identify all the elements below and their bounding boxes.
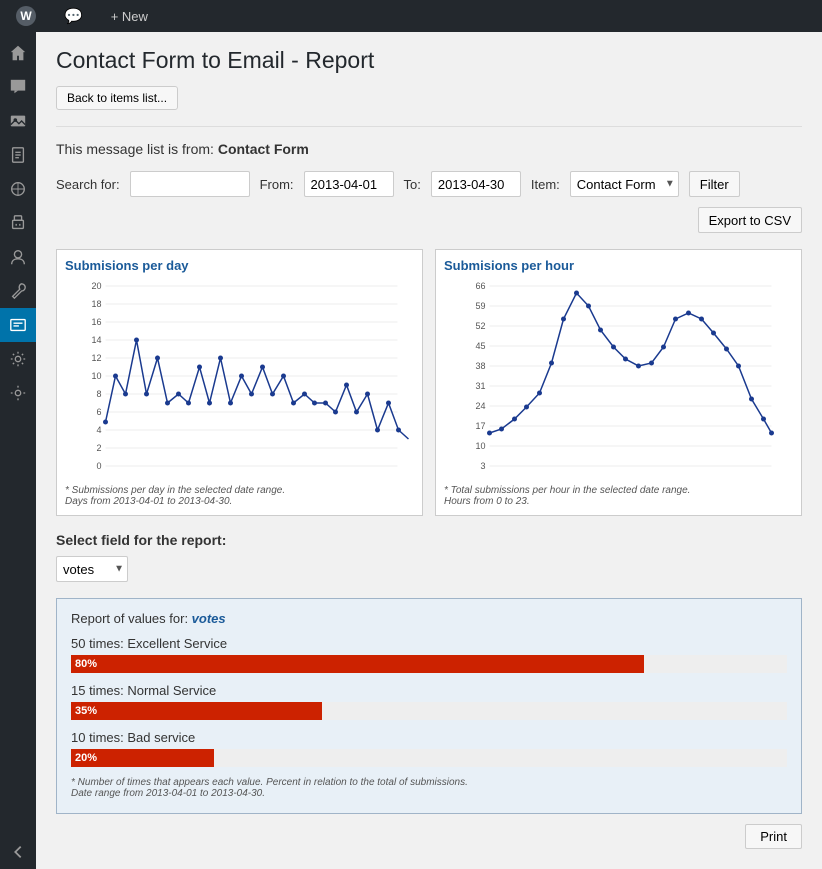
bar-fill-0: 80%: [71, 655, 644, 673]
svg-text:14: 14: [91, 335, 101, 345]
report-note: * Number of times that appears each valu…: [71, 777, 787, 799]
report-title-value: votes: [192, 611, 226, 626]
sidebar-collapse-button[interactable]: [0, 835, 36, 869]
per-day-chart-title: Submisions per day: [65, 258, 414, 273]
filter-button[interactable]: Filter: [689, 171, 740, 197]
from-date-input[interactable]: [304, 171, 394, 197]
bar-track-0: 80%: [71, 655, 787, 673]
sidebar-item-plugins[interactable]: [0, 206, 36, 240]
per-hour-chart-box: Submisions per hour 66 59 52 45 38 31 24…: [435, 249, 802, 516]
svg-text:3: 3: [480, 461, 485, 471]
svg-text:24: 24: [475, 401, 485, 411]
bar-track-1: 35%: [71, 702, 787, 720]
report-box: Report of values for: votes 50 times: Ex…: [56, 598, 802, 814]
charts-row: Submisions per day 20 18 16 14 12 10 8 6…: [56, 249, 802, 516]
svg-text:17: 17: [475, 421, 485, 431]
from-label: From:: [260, 177, 294, 192]
report-item-label-1: 15 times: Normal Service: [71, 683, 787, 698]
svg-text:8: 8: [96, 389, 101, 399]
svg-text:59: 59: [475, 301, 485, 311]
divider: [56, 126, 802, 127]
svg-text:0: 0: [96, 461, 101, 471]
svg-text:6: 6: [96, 407, 101, 417]
field-select-row: votes service rating ▼: [56, 556, 802, 582]
field-selector-label: Select field for the report:: [56, 532, 802, 548]
per-hour-chart-area: 66 59 52 45 38 31 24 17 10 3: [444, 279, 793, 479]
filter-row: Search for: From: To: Item: Contact Form…: [56, 171, 802, 233]
bar-track-2: 20%: [71, 749, 787, 767]
comment-icon: 💬: [64, 7, 83, 25]
field-select[interactable]: votes service rating: [56, 556, 128, 582]
report-item-label-2: 10 times: Bad service: [71, 730, 787, 745]
sidebar-item-tools[interactable]: [0, 274, 36, 308]
item-label: Item:: [531, 177, 560, 192]
svg-text:10: 10: [475, 441, 485, 451]
svg-text:66: 66: [475, 281, 485, 291]
bar-fill-2: 20%: [71, 749, 214, 767]
svg-text:38: 38: [475, 361, 485, 371]
sidebar-item-comments[interactable]: [0, 70, 36, 104]
svg-text:18: 18: [91, 299, 101, 309]
sidebar-item-cf7[interactable]: [0, 308, 36, 342]
wp-logo-button[interactable]: W: [8, 0, 44, 32]
sidebar-item-home[interactable]: [0, 36, 36, 70]
per-hour-chart-note: * Total submissions per hour in the sele…: [444, 485, 793, 507]
svg-text:10: 10: [91, 371, 101, 381]
per-hour-svg: 66 59 52 45 38 31 24 17 10 3: [444, 279, 793, 479]
wp-icon: W: [16, 6, 36, 26]
per-day-svg: 20 18 16 14 12 10 8 6 4 2 0: [65, 279, 414, 479]
sidebar-item-media[interactable]: [0, 104, 36, 138]
report-item-1: 15 times: Normal Service 35%: [71, 683, 787, 720]
export-csv-button[interactable]: Export to CSV: [698, 207, 802, 233]
search-input[interactable]: [130, 171, 250, 197]
per-day-chart-note: * Submissions per day in the selected da…: [65, 485, 414, 507]
sidebar-item-settings[interactable]: [0, 342, 36, 376]
report-item-2: 10 times: Bad service 20%: [71, 730, 787, 767]
message-source-value: Contact Form: [218, 141, 309, 157]
new-button[interactable]: + New: [103, 0, 156, 32]
page-title: Contact Form to Email - Report: [56, 47, 802, 74]
to-label: To:: [404, 177, 421, 192]
per-day-chart-box: Submisions per day 20 18 16 14 12 10 8 6…: [56, 249, 423, 516]
message-source: This message list is from: Contact Form: [56, 141, 802, 157]
new-label: + New: [111, 9, 148, 24]
svg-text:20: 20: [91, 281, 101, 291]
svg-text:4: 4: [96, 425, 101, 435]
svg-text:31: 31: [475, 381, 485, 391]
report-box-title: Report of values for: votes: [71, 611, 787, 626]
svg-text:2: 2: [96, 443, 101, 453]
per-hour-chart-title: Submisions per hour: [444, 258, 793, 273]
svg-text:12: 12: [91, 353, 101, 363]
item-select[interactable]: Contact Form Other Form: [570, 171, 679, 197]
comments-button[interactable]: 💬: [56, 0, 91, 32]
back-button[interactable]: Back to items list...: [56, 86, 178, 110]
svg-text:45: 45: [475, 341, 485, 351]
sidebar-item-pages[interactable]: [0, 138, 36, 172]
svg-text:52: 52: [475, 321, 485, 331]
print-row: Print: [56, 824, 802, 849]
bar-fill-1: 35%: [71, 702, 322, 720]
sidebar-item-settings2[interactable]: [0, 376, 36, 410]
print-button[interactable]: Print: [745, 824, 802, 849]
to-date-input[interactable]: [431, 171, 521, 197]
sidebar: [0, 32, 36, 869]
sidebar-item-appearance[interactable]: [0, 172, 36, 206]
sidebar-item-users[interactable]: [0, 240, 36, 274]
item-select-wrap: Contact Form Other Form ▼: [570, 171, 679, 197]
svg-text:16: 16: [91, 317, 101, 327]
field-select-wrap: votes service rating ▼: [56, 556, 128, 582]
per-day-chart-area: 20 18 16 14 12 10 8 6 4 2 0: [65, 279, 414, 479]
report-item-label-0: 50 times: Excellent Service: [71, 636, 787, 651]
search-label: Search for:: [56, 177, 120, 192]
report-item-0: 50 times: Excellent Service 80%: [71, 636, 787, 673]
